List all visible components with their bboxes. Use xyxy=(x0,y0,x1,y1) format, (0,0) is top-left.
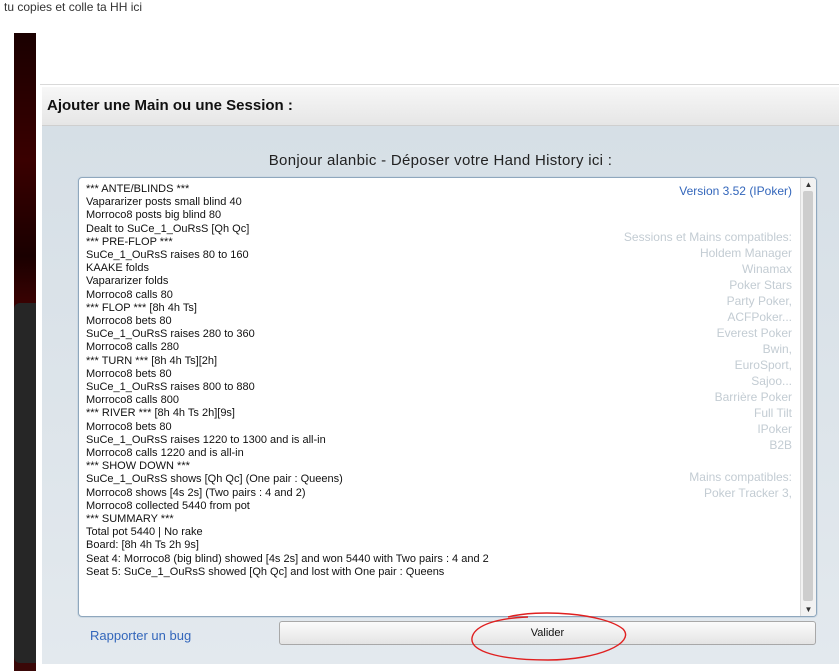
hand-history-line: *** TURN *** [8h 4h Ts][2h] xyxy=(86,354,218,367)
hand-history-line: *** PRE-FLOP *** xyxy=(86,235,173,248)
hand-history-line: SuCe_1_OuRsS raises 280 to 360 xyxy=(86,328,255,341)
hand-history-line: Morroco8 bets 80 xyxy=(86,367,172,380)
hand-history-line: Morroco8 collected 5440 from pot xyxy=(86,499,250,512)
hand-history-content: *** ANTE/BLINDS *** Vapararizer posts sma… xyxy=(86,183,489,579)
hand-history-textarea[interactable]: *** ANTE/BLINDS *** Vapararizer posts sma… xyxy=(78,177,817,617)
hand-history-line: Morroco8 calls 280 xyxy=(86,341,179,354)
background-image-panel xyxy=(14,303,36,663)
hand-history-line: *** FLOP *** [8h 4h Ts] xyxy=(86,301,197,314)
compat-item: Poker Stars xyxy=(729,278,792,292)
hand-history-line: Seat 5: SuCe_1_OuRsS showed [Qh Qc] and … xyxy=(86,565,445,578)
hand-history-line: *** RIVER *** [8h 4h Ts 2h][9s] xyxy=(86,407,235,420)
compat-item: ACFPoker... xyxy=(727,310,792,324)
panel-title: Ajouter une Main ou une Session : xyxy=(47,97,293,114)
scroll-up-arrow-icon[interactable]: ▲ xyxy=(801,178,816,191)
compat-sessions-heading: Sessions et Mains compatibles: xyxy=(623,230,792,244)
compat-item: Party Poker, xyxy=(726,294,792,308)
hand-history-line: Morroco8 calls 1220 and is all-in xyxy=(86,447,244,460)
hand-history-line: Morroco8 calls 80 xyxy=(86,288,173,301)
compat-item: Full Tilt xyxy=(753,406,792,420)
hand-history-line: Total pot 5440 | No rake xyxy=(86,526,203,539)
hand-history-line: Morroco8 calls 800 xyxy=(86,394,179,407)
hand-history-line: Morroco8 bets 80 xyxy=(86,420,172,433)
compat-item: Bwin, xyxy=(762,342,792,356)
submit-button[interactable]: Valider xyxy=(279,621,816,645)
background-image-strip xyxy=(14,33,36,671)
compat-item: Barrière Poker xyxy=(714,390,792,404)
hand-history-line: Board: [8h 4h Ts 2h 9s] xyxy=(86,539,199,552)
compatibility-list: Sessions et Mains compatibles: Holdem Ma… xyxy=(624,229,792,501)
hand-history-line: SuCe_1_OuRsS raises 800 to 880 xyxy=(86,381,255,394)
version-label: Version 3.52 (IPoker) xyxy=(679,184,792,198)
compat-item: IPoker xyxy=(757,422,792,436)
panel-body: Bonjour alanbic - Déposer votre Hand His… xyxy=(42,126,839,664)
compat-item: Sajoo... xyxy=(751,374,792,388)
scroll-down-arrow-icon[interactable]: ▼ xyxy=(801,603,816,616)
compat-item: Holdem Manager xyxy=(699,246,792,260)
hand-history-line: Dealt to SuCe_1_OuRsS [Qh Qc] xyxy=(86,222,250,235)
panel-header: Ajouter une Main ou une Session : xyxy=(42,87,839,126)
hand-history-line: *** SUMMARY *** xyxy=(86,513,174,526)
hand-history-line: SuCe_1_OuRsS raises 80 to 160 xyxy=(86,249,249,262)
compat-item: Everest Poker xyxy=(716,326,792,340)
hand-history-line: *** ANTE/BLINDS *** xyxy=(86,183,190,195)
compat-item: Poker Tracker 3, xyxy=(703,486,792,500)
greeting-text: Bonjour alanbic - Déposer votre Hand His… xyxy=(268,152,613,169)
add-hand-panel: Ajouter une Main ou une Session : Bonjou… xyxy=(40,84,839,672)
hand-history-line: Morroco8 bets 80 xyxy=(86,315,172,328)
hand-history-line: SuCe_1_OuRsS raises 1220 to 1300 and is … xyxy=(86,433,326,446)
hand-history-line: Vapararizer folds xyxy=(86,275,169,288)
instruction-caption: tu copies et colle ta HH ici xyxy=(4,0,143,14)
hand-history-line: Seat 4: Morroco8 (big blind) showed [4s … xyxy=(86,552,489,565)
hand-history-line: Morroco8 shows [4s 2s] (Two pairs : 4 an… xyxy=(86,486,306,499)
textarea-scrollbar[interactable]: ▲ ▼ xyxy=(800,178,816,616)
hand-history-line: KAAKE folds xyxy=(86,262,149,275)
compat-item: B2B xyxy=(769,438,792,452)
compat-item: EuroSport, xyxy=(734,358,792,372)
hand-history-line: Vapararizer posts small blind 40 xyxy=(86,196,242,209)
compat-spacer xyxy=(624,453,792,469)
hand-history-line: SuCe_1_OuRsS shows [Qh Qc] (One pair : Q… xyxy=(86,473,343,486)
compat-hands-heading: Mains compatibles: xyxy=(689,470,792,484)
hand-history-line: *** SHOW DOWN *** xyxy=(86,460,190,473)
compat-item: Winamax xyxy=(741,262,792,276)
scroll-thumb[interactable] xyxy=(803,191,813,601)
report-bug-link[interactable]: Rapporter un bug xyxy=(90,628,191,643)
hand-history-line: Morroco8 posts big blind 80 xyxy=(86,209,222,222)
